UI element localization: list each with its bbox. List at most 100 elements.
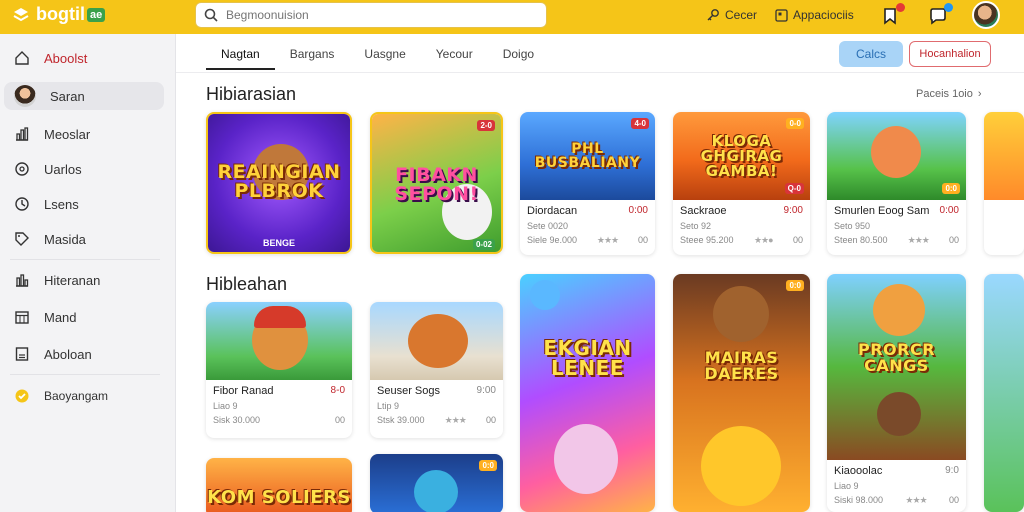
card-name-row: Seuser Sogs 9:00	[377, 385, 496, 397]
tab-uasgne[interactable]: Uasgne	[349, 42, 420, 70]
game-art-title: PRORCR CANGS	[857, 340, 936, 375]
tab-doigo[interactable]: Doigo	[488, 42, 549, 70]
tab-bargans[interactable]: Bargans	[275, 42, 350, 70]
app-logo[interactable]: bogtil ae	[12, 4, 106, 25]
tab-yecour[interactable]: Yecour	[421, 42, 488, 70]
card-name-row: Smurlen Eoog Sam 0:00	[834, 205, 959, 217]
game-card-tall[interactable]: EKGIAN LENEE	[520, 274, 655, 512]
game-art-title: FIBAKN SEPON!	[394, 164, 479, 205]
tab-nagtan[interactable]: Nagtan	[206, 42, 275, 70]
user-avatar[interactable]	[972, 1, 1000, 29]
rating-stars-icon: ★★★	[444, 415, 467, 425]
card-meta-row: Stsk 39.000 ★★★ 00	[377, 415, 496, 426]
game-card-tall[interactable]: MAIRAS DAERES 0:0	[673, 274, 810, 512]
search-icon	[204, 8, 218, 22]
game-art	[984, 274, 1024, 512]
notification-dot	[944, 3, 953, 12]
card-name-row: Diordacan 0:00	[527, 205, 648, 217]
game-card[interactable]: KOM SOLIERS	[206, 458, 352, 512]
logo-badge: ae	[86, 7, 106, 22]
section-more-link[interactable]: Paceis 1oio ›	[916, 88, 982, 100]
card-meta-row: Siski 98.000 ★★★ 00	[834, 495, 959, 506]
card-subtitle: Sete 0020	[527, 221, 569, 231]
rating-stars-icon: ★★●	[753, 235, 774, 245]
game-art-title: PHL BUSBALIANY	[534, 141, 641, 171]
game-card[interactable]: 0:0	[370, 454, 503, 512]
card-count: 00	[948, 495, 959, 505]
sidebar-item-label: Uarlos	[44, 161, 82, 177]
top-link-2[interactable]: Appaciociis	[775, 8, 854, 22]
game-card-partial[interactable]	[984, 112, 1024, 255]
card-meta: Steen 80.500	[834, 235, 888, 245]
card-value: 0:00	[939, 205, 959, 216]
game-card[interactable]: REAINGIAN PLBROK BENGE	[206, 112, 352, 254]
card-subtitle: Seto 92	[680, 221, 712, 231]
calc-button[interactable]: Calcs	[839, 41, 903, 67]
search-input[interactable]	[226, 8, 526, 22]
card-meta-row: Sisk 30.000 00	[213, 415, 345, 425]
game-card[interactable]: Fibor Ranad 8-0 Liao 9 Sisk 30.000 00	[206, 302, 352, 438]
game-art: REAINGIAN PLBROK BENGE	[208, 114, 350, 252]
sidebar-item-tags[interactable]: Masida	[4, 225, 164, 253]
card-badge: Q-0	[784, 183, 804, 194]
card-name: Fibor Ranad	[213, 385, 274, 397]
sidebar-item-document[interactable]: Aboloan	[4, 340, 164, 368]
rating-stars-icon: ★★★	[596, 235, 619, 245]
sidebar-item-profile[interactable]: Saran	[4, 82, 164, 110]
card-info: Smurlen Eoog Sam 0:00 Seto 950 Steen 80.5…	[827, 200, 966, 246]
game-card[interactable]: 0:0 Smurlen Eoog Sam 0:00 Seto 950 Steen …	[827, 112, 966, 255]
card-info: Diordacan 0:00 Sete 0020 Siele 9e.000 ★★★ 0…	[520, 200, 655, 246]
game-card-partial[interactable]	[984, 274, 1024, 512]
game-card-tall[interactable]: PRORCR CANGS Kiaooolac 9:0 Liao 9 Siski 9…	[827, 274, 966, 512]
game-card[interactable]: KLOGA GHGIRAG GAMBA! 0-0 Q-0 Sackraoe 9:0…	[673, 112, 810, 255]
notification-dot	[896, 3, 905, 12]
app-grid-icon	[775, 8, 788, 22]
sidebar-item-calendar[interactable]: Mand	[4, 303, 164, 331]
rating-stars-icon: ★★★	[905, 495, 927, 505]
character-art	[871, 126, 921, 178]
card-name-row: Sackraoe 9:00	[680, 205, 803, 217]
character-art	[877, 392, 921, 436]
sidebar-item-label: Meoslar	[44, 126, 91, 142]
section-title: Hibiarasian	[206, 84, 297, 104]
sidebar-item-stats[interactable]: Meoslar	[4, 120, 164, 148]
card-meta-row: Steee 95.200 ★★● 00	[680, 235, 803, 246]
sidebar-divider	[10, 374, 160, 375]
chat-button[interactable]	[926, 3, 953, 28]
card-name-row: Kiaooolac 9:0	[834, 465, 959, 477]
card-info: Seuser Sogs 9:00 Ltip 9 Stsk 39.000 ★★★ 00	[370, 380, 503, 426]
sidebar-item-label: Mand	[44, 309, 77, 325]
avatar	[14, 85, 36, 107]
game-art: FIBAKN SEPON! 2-0 0-02	[372, 114, 501, 252]
sidebar-item-label: Lsens	[44, 196, 79, 212]
sidebar-item-label: Hiteranan	[44, 272, 101, 288]
sidebar-item-history[interactable]: Lsens	[4, 190, 164, 218]
card-value: 8-0	[330, 385, 345, 396]
bookmark-button[interactable]	[878, 3, 905, 28]
search-box[interactable]	[195, 2, 547, 28]
game-art	[206, 302, 352, 380]
sidebar-item-home[interactable]: Aboolst	[4, 44, 164, 72]
character-art	[713, 286, 769, 342]
action-button[interactable]: Hocanhalion	[909, 41, 991, 67]
home-icon	[15, 51, 29, 65]
sidebar-item-explore[interactable]: Uarlos	[4, 155, 164, 183]
game-card[interactable]: FIBAKN SEPON! 2-0 0-02	[370, 112, 503, 254]
section-more-label: Paceis 1oio	[916, 88, 973, 100]
card-subtitle: Seto 950	[834, 221, 871, 231]
sidebar-item-ranking[interactable]: Hiteranan	[4, 266, 164, 294]
sidebar-item-badge[interactable]: Baoyangam	[4, 382, 164, 410]
sidebar: Aboolst Saran Meoslar Uarlos Lsens Masid…	[0, 34, 176, 512]
key-icon	[707, 9, 719, 21]
card-meta: Steee 95.200	[680, 235, 734, 245]
character-art	[408, 314, 468, 368]
section-title: Hibleahan	[206, 274, 288, 294]
game-card[interactable]: PHL BUSBALIANY 4-0 Diordacan 0:00 Sete 00…	[520, 112, 655, 255]
game-card[interactable]: Seuser Sogs 9:00 Ltip 9 Stsk 39.000 ★★★ 00	[370, 302, 503, 438]
top-link-1-label: Cecer	[725, 8, 758, 22]
calendar-icon	[15, 311, 29, 324]
card-value: 0:00	[628, 205, 648, 216]
card-badge: 0:0	[479, 460, 497, 471]
top-link-1[interactable]: Cecer	[706, 8, 757, 22]
balloon-art	[530, 280, 560, 310]
